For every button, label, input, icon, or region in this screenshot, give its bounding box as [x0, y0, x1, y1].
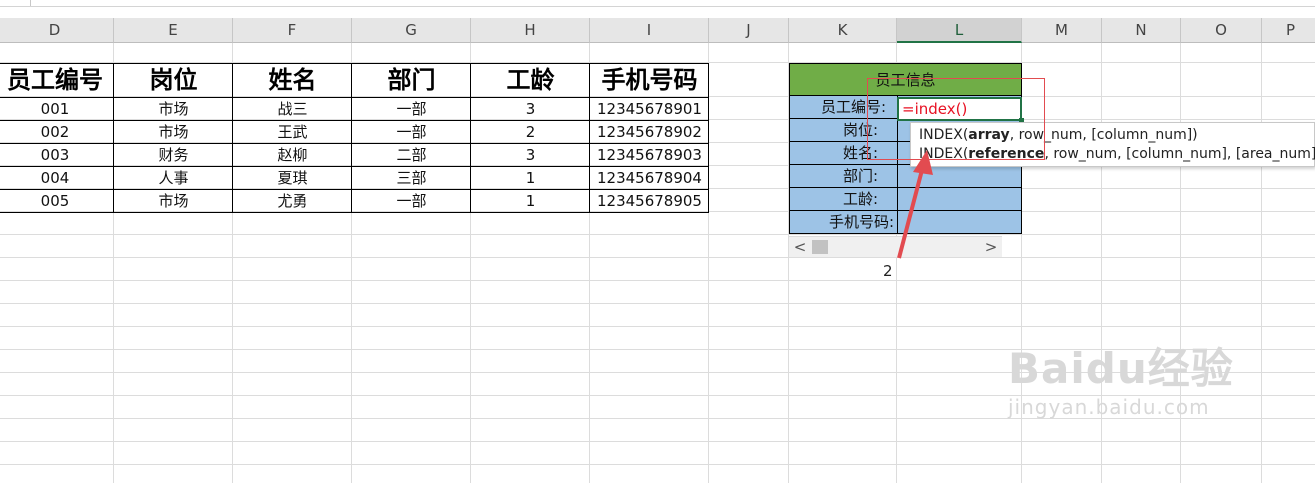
table-border	[470, 63, 471, 213]
column-header-d[interactable]: D	[0, 18, 114, 43]
table-header-cell[interactable]: 工龄	[471, 63, 590, 98]
table-header-cell[interactable]: 姓名	[233, 63, 352, 98]
toolbar-strip	[0, 0, 1315, 7]
table-cell[interactable]: 战三	[233, 98, 352, 121]
table-cell[interactable]: 2	[471, 121, 590, 144]
column-header-p[interactable]: P	[1262, 18, 1315, 43]
table-cell[interactable]: 赵柳	[233, 144, 352, 167]
table-border	[0, 120, 709, 121]
panel-label: 手机号码:	[828, 213, 894, 231]
gridline-horizontal	[0, 303, 1315, 304]
gridline-horizontal	[0, 464, 1315, 465]
table-cell[interactable]: 12345678905	[590, 190, 709, 213]
panel-divider	[897, 211, 898, 233]
table-cell[interactable]: 市场	[114, 190, 233, 213]
column-header-i[interactable]: I	[590, 18, 709, 43]
table-cell[interactable]: 一部	[352, 98, 471, 121]
column-header-j[interactable]: J	[709, 18, 789, 43]
panel-label: 部门:	[842, 167, 878, 185]
column-header-k[interactable]: K	[789, 18, 897, 43]
table-cell[interactable]: 市场	[114, 98, 233, 121]
horizontal-scrollbar[interactable]: < >	[789, 236, 1002, 257]
table-border	[708, 63, 709, 213]
table-cell[interactable]: 005	[0, 190, 114, 213]
table-header-cell[interactable]: 岗位	[114, 63, 233, 98]
table-border	[0, 63, 709, 64]
gridline-horizontal	[0, 280, 1315, 281]
gridline-horizontal	[0, 441, 1315, 442]
annotation-number: 2	[883, 262, 893, 280]
table-cell[interactable]: 3	[471, 144, 590, 167]
column-header-h[interactable]: H	[471, 18, 590, 43]
column-header-e[interactable]: E	[114, 18, 233, 43]
table-cell[interactable]: 1	[471, 190, 590, 213]
table-cell[interactable]: 一部	[352, 190, 471, 213]
table-border	[0, 97, 709, 98]
gridline-horizontal	[0, 257, 1315, 258]
table-border	[351, 63, 352, 213]
table-cell[interactable]: 004	[0, 167, 114, 190]
table-cell[interactable]: 3	[471, 98, 590, 121]
table-border	[0, 166, 709, 167]
column-header-g[interactable]: G	[352, 18, 471, 43]
table-cell[interactable]: 尤勇	[233, 190, 352, 213]
table-header-cell[interactable]: 员工编号	[0, 63, 114, 98]
table-cell[interactable]: 12345678904	[590, 167, 709, 190]
table-cell[interactable]: 001	[0, 98, 114, 121]
panel-label: 工龄:	[842, 190, 878, 208]
table-cell[interactable]: 王武	[233, 121, 352, 144]
table-border	[589, 63, 590, 213]
panel-divider	[897, 165, 898, 187]
highlight-box	[867, 78, 1045, 160]
panel-row[interactable]: 部门:	[789, 165, 1022, 188]
gridline-horizontal	[0, 326, 1315, 327]
gridline-horizontal	[0, 234, 1315, 235]
panel-row[interactable]: 手机号码:	[789, 211, 1022, 234]
scroll-left-icon[interactable]: <	[792, 237, 808, 257]
table-cell[interactable]: 002	[0, 121, 114, 144]
table-cell[interactable]: 财务	[114, 144, 233, 167]
column-header-l[interactable]: L	[897, 18, 1022, 43]
table-cell[interactable]: 12345678902	[590, 121, 709, 144]
table-cell[interactable]: 003	[0, 144, 114, 167]
table-border	[113, 63, 114, 213]
column-header-m[interactable]: M	[1022, 18, 1102, 43]
scroll-thumb[interactable]	[812, 240, 828, 254]
table-cell[interactable]: 市场	[114, 121, 233, 144]
watermark: Baidu经验 jingyan.baidu.com	[1008, 344, 1234, 420]
table-border	[232, 63, 233, 213]
panel-divider	[897, 188, 898, 210]
column-header-f[interactable]: F	[233, 18, 352, 43]
table-border	[0, 189, 709, 190]
toolbar-divider	[30, 0, 31, 6]
watermark-url: jingyan.baidu.com	[1008, 395, 1210, 419]
table-cell[interactable]: 夏琪	[233, 167, 352, 190]
column-header-n[interactable]: N	[1102, 18, 1181, 43]
table-cell[interactable]: 二部	[352, 144, 471, 167]
watermark-brand: Baidu经验	[1008, 344, 1234, 393]
table-border	[0, 212, 709, 213]
table-header-cell[interactable]: 部门	[352, 63, 471, 98]
table-cell[interactable]: 12345678903	[590, 144, 709, 167]
scroll-right-icon[interactable]: >	[983, 237, 999, 257]
table-cell[interactable]: 一部	[352, 121, 471, 144]
table-header-cell[interactable]: 手机号码	[590, 63, 709, 98]
panel-row[interactable]: 工龄:	[789, 188, 1022, 211]
table-border	[0, 143, 709, 144]
gridline-vertical	[1261, 43, 1262, 483]
table-cell[interactable]: 12345678901	[590, 98, 709, 121]
table-cell[interactable]: 人事	[114, 167, 233, 190]
column-header-o[interactable]: O	[1181, 18, 1262, 43]
table-cell[interactable]: 三部	[352, 167, 471, 190]
table-cell[interactable]: 1	[471, 167, 590, 190]
